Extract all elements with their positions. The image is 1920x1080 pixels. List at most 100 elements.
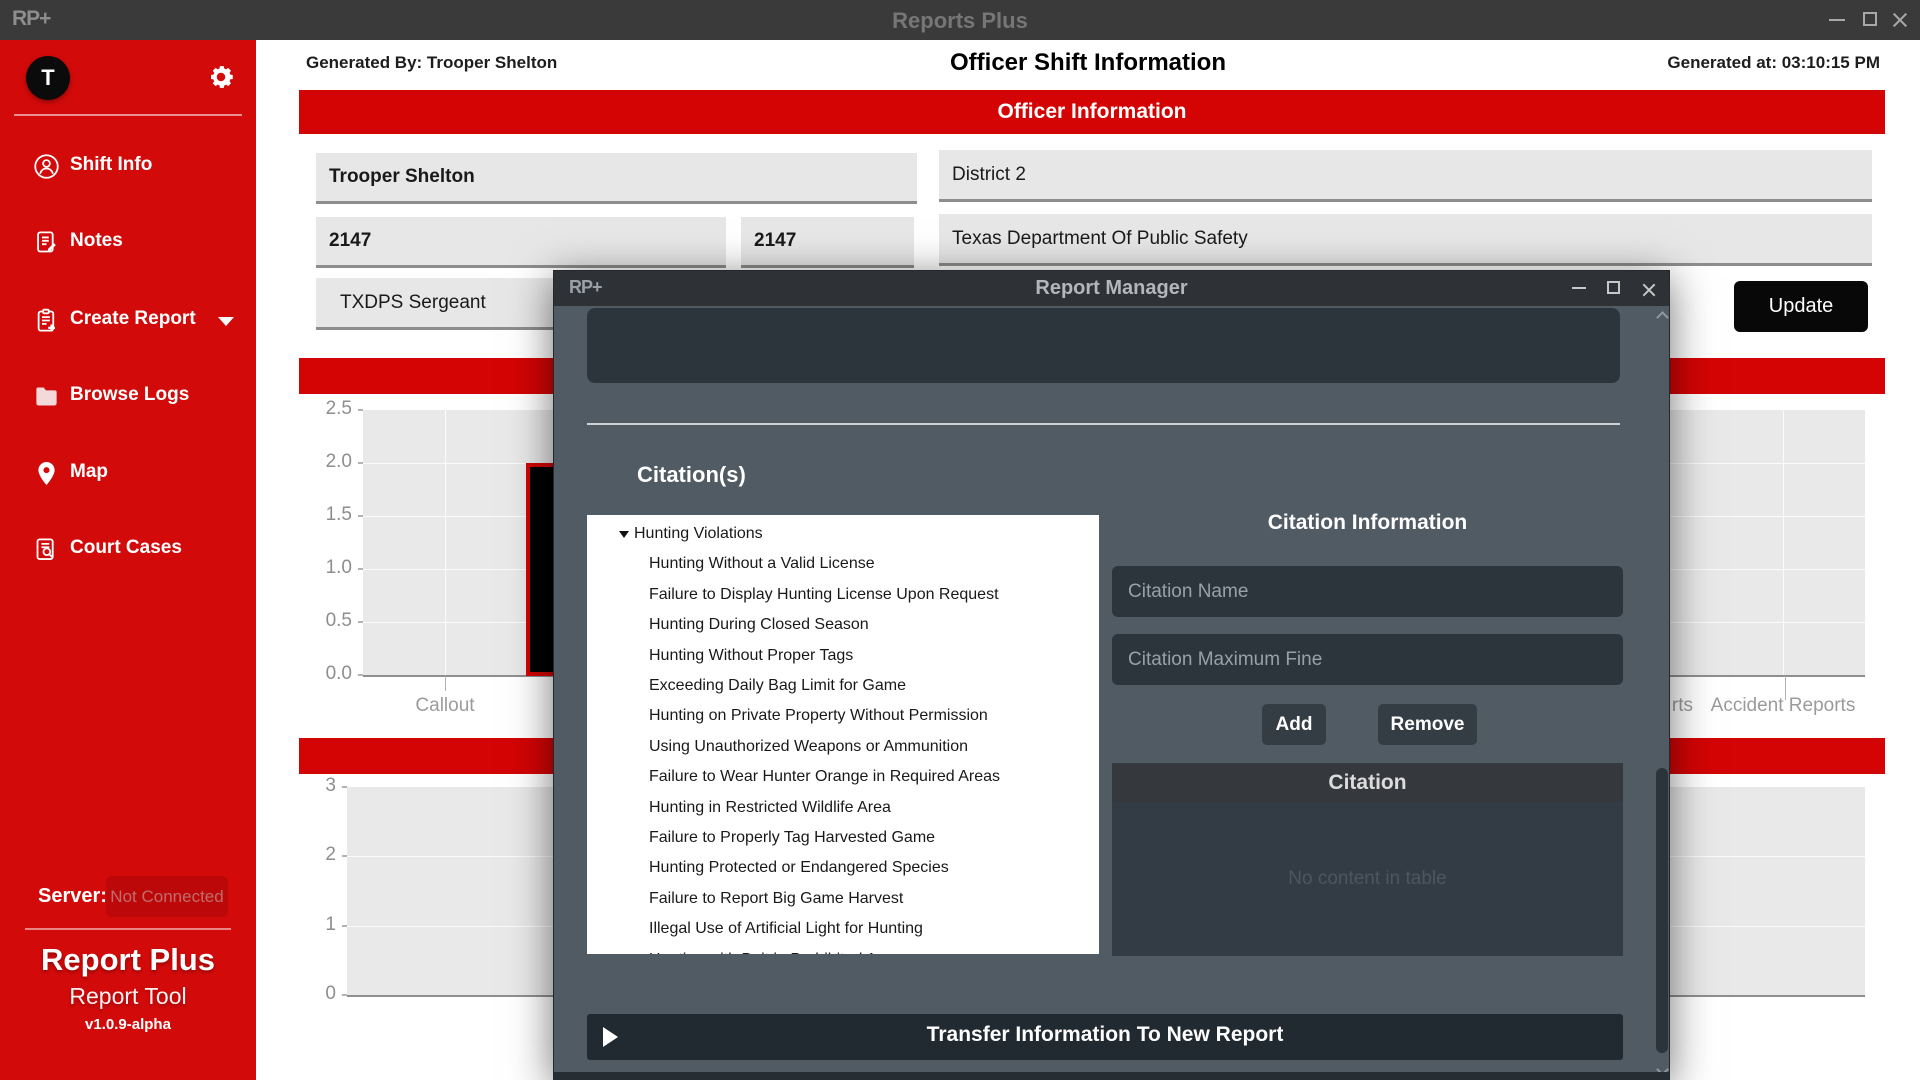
dialog-scrollbar-thumb[interactable] bbox=[1656, 768, 1668, 1053]
tree-root-hunting-violations[interactable]: Hunting Violations bbox=[587, 519, 1067, 549]
gear-icon[interactable] bbox=[206, 62, 236, 92]
badge-number-field[interactable] bbox=[316, 217, 726, 268]
report-manager-dialog: RP+ Report Manager Citation(s) Hunting V… bbox=[553, 270, 1670, 1080]
tree-item[interactable]: Hunting Without Proper Tags bbox=[587, 641, 1067, 671]
add-button[interactable]: Add bbox=[1262, 704, 1326, 745]
tree-item-label: Failure to Properly Tag Harvested Game bbox=[649, 823, 935, 853]
tree-item-label: Failure to Report Big Game Harvest bbox=[649, 884, 903, 914]
tree-item-label: Hunting on Private Property Without Perm… bbox=[649, 701, 988, 731]
tree-root-label: Hunting Violations bbox=[634, 519, 763, 549]
district-field[interactable] bbox=[939, 150, 1872, 202]
sidebar-item-label: Browse Logs bbox=[70, 384, 189, 406]
sidebar-item-court-cases[interactable]: Court Cases bbox=[0, 527, 256, 571]
maximize-button[interactable] bbox=[1855, 5, 1885, 35]
y-tick-label: 0.5 bbox=[292, 610, 352, 632]
sidebar-item-label: Court Cases bbox=[70, 537, 182, 559]
dialog-scroll-up-icon[interactable] bbox=[1656, 311, 1669, 324]
maximize-icon bbox=[1607, 281, 1620, 294]
minimize-icon bbox=[1829, 19, 1845, 21]
unit-number-field[interactable] bbox=[741, 217, 914, 268]
tree-item-label: Hunting in Restricted Wildlife Area bbox=[649, 793, 891, 823]
sidebar-item-browse-logs[interactable]: Browse Logs bbox=[0, 374, 256, 418]
citation-listbox: Hunting Violations Hunting Without a Val… bbox=[587, 515, 1099, 954]
sidebar-item-label: Map bbox=[70, 461, 108, 483]
tree-item-label: Hunting Protected or Endangered Species bbox=[649, 853, 949, 883]
gridline-vertical bbox=[445, 410, 446, 675]
citation-max-fine-input[interactable] bbox=[1112, 634, 1623, 685]
chart1-xlabel-callout: Callout bbox=[395, 695, 495, 717]
server-label: Server: bbox=[38, 885, 107, 908]
chart1-xtick-callout bbox=[445, 676, 446, 691]
y-tick-label: 2 bbox=[276, 844, 336, 866]
sidebar-item-notes[interactable]: Notes bbox=[0, 220, 256, 264]
sidebar-item-map[interactable]: Map bbox=[0, 451, 256, 495]
server-status-badge: Not Connected bbox=[106, 876, 228, 917]
tree-item-label: Hunting During Closed Season bbox=[649, 610, 869, 640]
y-tick-label: 1.0 bbox=[292, 557, 352, 579]
tree-item-label: Illegal Use of Artificial Light for Hunt… bbox=[649, 914, 923, 944]
sidebar-divider-top bbox=[14, 114, 242, 116]
citation-information-heading: Citation Information bbox=[1112, 511, 1623, 535]
close-button[interactable] bbox=[1885, 5, 1915, 35]
tree-item[interactable]: Failure to Report Big Game Harvest bbox=[587, 884, 1067, 914]
tree-item-label: Hunting Without a Valid License bbox=[649, 549, 875, 579]
generated-at-label: Generated at: 03:10:15 PM bbox=[1380, 53, 1880, 73]
maximize-icon bbox=[1863, 12, 1877, 26]
citation-name-input[interactable] bbox=[1112, 566, 1623, 617]
transfer-label: Transfer Information To New Report bbox=[587, 1023, 1623, 1047]
tree-item[interactable]: Hunting During Closed Season bbox=[587, 610, 1067, 640]
brand-title: Report Plus bbox=[0, 942, 256, 978]
minimize-icon bbox=[1572, 287, 1586, 289]
minimize-button[interactable] bbox=[1822, 5, 1852, 35]
transfer-button[interactable]: Transfer Information To New Report bbox=[587, 1014, 1623, 1060]
tree-item[interactable]: Hunting Protected or Endangered Species bbox=[587, 853, 1067, 883]
tree-item[interactable]: Failure to Wear Hunter Orange in Require… bbox=[587, 762, 1067, 792]
y-tick-label: 2.0 bbox=[292, 451, 352, 473]
chevron-down-icon bbox=[218, 317, 234, 326]
close-icon bbox=[1892, 12, 1908, 28]
dialog-maximize-button[interactable] bbox=[1601, 275, 1627, 301]
update-button[interactable]: Update bbox=[1734, 281, 1868, 332]
sidebar-item-create-report[interactable]: Create Report bbox=[0, 298, 256, 342]
avatar[interactable]: T bbox=[26, 56, 70, 100]
citations-heading: Citation(s) bbox=[637, 462, 746, 488]
person-circle-icon bbox=[33, 153, 60, 180]
remove-button[interactable]: Remove bbox=[1378, 704, 1477, 745]
y-tick-label: 1 bbox=[276, 914, 336, 936]
tree-item[interactable]: Exceeding Daily Bag Limit for Game bbox=[587, 671, 1067, 701]
window-title: Reports Plus bbox=[0, 8, 1920, 34]
tree-item[interactable]: Failure to Display Hunting License Upon … bbox=[587, 580, 1067, 610]
y-tick-label: 1.5 bbox=[292, 504, 352, 526]
tree-item[interactable]: Hunting with Bait in Prohibited Areas bbox=[587, 945, 1067, 954]
dialog-close-button[interactable] bbox=[1635, 275, 1661, 301]
officer-name-field[interactable] bbox=[316, 153, 917, 204]
y-tick-label: 0 bbox=[276, 983, 336, 1005]
tree-item-label: Failure to Display Hunting License Upon … bbox=[649, 580, 999, 610]
clipboard-plus-icon bbox=[33, 307, 60, 334]
dialog-bottom-scrollbar[interactable] bbox=[554, 1072, 1669, 1080]
tree-item[interactable]: Using Unauthorized Weapons or Ammunition bbox=[587, 732, 1067, 762]
citation-table-header: Citation bbox=[1112, 763, 1623, 802]
department-field[interactable] bbox=[939, 214, 1872, 266]
tree-collapse-icon[interactable] bbox=[619, 531, 629, 538]
officer-information-banner: Officer Information bbox=[299, 90, 1885, 134]
dialog-divider bbox=[587, 423, 1620, 425]
tree-item-label: Hunting with Bait in Prohibited Areas bbox=[649, 945, 908, 954]
tree-item-label: Failure to Wear Hunter Orange in Require… bbox=[649, 762, 1000, 792]
tree-item[interactable]: Hunting Without a Valid License bbox=[587, 549, 1067, 579]
tree-item[interactable]: Failure to Properly Tag Harvested Game bbox=[587, 823, 1067, 853]
sidebar-item-shift-info[interactable]: Shift Info bbox=[0, 144, 256, 188]
tree-item[interactable]: Hunting in Restricted Wildlife Area bbox=[587, 793, 1067, 823]
citation-table-body: No content in table bbox=[1112, 802, 1623, 956]
sidebar-item-label: Shift Info bbox=[70, 154, 152, 176]
notes-icon bbox=[33, 229, 60, 256]
y-tick-label: 0.0 bbox=[292, 663, 352, 685]
tree-item[interactable]: Hunting on Private Property Without Perm… bbox=[587, 701, 1067, 731]
tree-item[interactable]: Illegal Use of Artificial Light for Hunt… bbox=[587, 914, 1067, 944]
court-doc-icon bbox=[33, 536, 60, 563]
dialog-minimize-button[interactable] bbox=[1567, 275, 1593, 301]
citation-table: Citation No content in table bbox=[1112, 763, 1623, 956]
folder-icon bbox=[33, 383, 60, 410]
sidebar-divider-bottom bbox=[25, 928, 231, 930]
report-notes-textarea[interactable] bbox=[587, 308, 1620, 383]
